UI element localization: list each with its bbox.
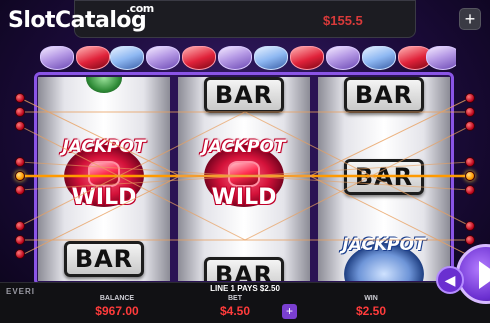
bar-label: BAR (74, 245, 134, 273)
ruby-icon (76, 46, 110, 70)
slotcatalog-logo: SlotCatalog .com (8, 2, 154, 33)
balance-label: BALANCE (99, 295, 135, 302)
chevron-left-icon: ◀ (444, 272, 456, 288)
sapphire-icon (254, 46, 288, 70)
wild-label: WILD (71, 185, 137, 210)
jackpot-wild-symbol: JACKPOT WILD (42, 135, 166, 221)
bar-label: BAR (354, 81, 414, 109)
win-label: WIN (364, 295, 378, 302)
bar-symbol: BAR (344, 159, 424, 195)
payline-pin-left (15, 185, 25, 195)
bar-symbol: BAR (64, 241, 144, 277)
payline-pin-left (15, 107, 25, 117)
bar-symbol: BAR (344, 77, 424, 113)
bar-symbol: BAR (204, 77, 284, 113)
logo-suffix: .com (126, 2, 154, 15)
payline-pin-left (15, 235, 25, 245)
bar-label: BAR (354, 163, 414, 191)
bet-value: $4.50 (219, 304, 251, 318)
payline-pin-left (15, 157, 25, 167)
ruby-icon (228, 161, 260, 187)
jackpot-symbol: JACKPOT (322, 233, 446, 281)
sapphire-icon (362, 46, 396, 70)
jackpot-label: JACKPOT (62, 137, 146, 157)
payline-pin-right (465, 235, 475, 245)
payline-pin-left (15, 121, 25, 131)
jackpot-label: JACKPOT (342, 235, 426, 255)
reel-1: JACKPOT WILD BAR (38, 77, 170, 281)
reel-3: BAR BAR JACKPOT (318, 77, 450, 281)
payline-pin-left-active (15, 171, 25, 181)
jackpot-label: JACKPOT (202, 137, 286, 157)
payline-pin-right (465, 107, 475, 117)
payline-pin-right (465, 121, 475, 131)
balance-value: $967.00 (95, 304, 139, 318)
sapphire-icon (110, 46, 144, 70)
line-pays-text: LINE 1 PAYS $2.50 (210, 284, 280, 293)
bar-label: BAR (214, 261, 274, 281)
payline-pin-left (15, 249, 25, 259)
bar-label: BAR (214, 81, 274, 109)
payline-pin-right (465, 157, 475, 167)
bar-symbol: BAR (204, 257, 284, 281)
ruby-icon (182, 46, 216, 70)
payline-pin-right (465, 185, 475, 195)
payline-pin-left (15, 93, 25, 103)
bet-increase-button[interactable]: + (282, 304, 297, 319)
slot-game-screen: JACKPOT WILD BAR BAR JACKPOT WILD BAR BA… (0, 0, 490, 323)
gem-decoration (36, 40, 456, 76)
gem-icon (146, 46, 180, 70)
gem-icon (326, 46, 360, 70)
back-button[interactable]: ◀ (436, 266, 464, 294)
plus-button[interactable]: + (459, 8, 481, 30)
wild-label: WILD (211, 185, 277, 210)
ruby-icon (88, 161, 120, 187)
gem-icon (40, 46, 74, 70)
jackpot-wild-symbol: JACKPOT WILD (182, 135, 306, 221)
gem-icon (218, 46, 252, 70)
bet-label: BET (228, 295, 242, 302)
payline-pin-right (465, 93, 475, 103)
payline-pin-right-active (465, 171, 475, 181)
top-amount: $155.5 (323, 13, 363, 28)
gem-icon (426, 46, 456, 70)
payline-pin-left (15, 221, 25, 231)
win-value: $2.50 (355, 304, 387, 318)
reel-2: BAR JACKPOT WILD BAR (178, 77, 310, 281)
ruby-icon (290, 46, 324, 70)
payline-pin-right (465, 221, 475, 231)
play-icon (479, 261, 490, 289)
seven-symbol-icon (86, 77, 122, 93)
